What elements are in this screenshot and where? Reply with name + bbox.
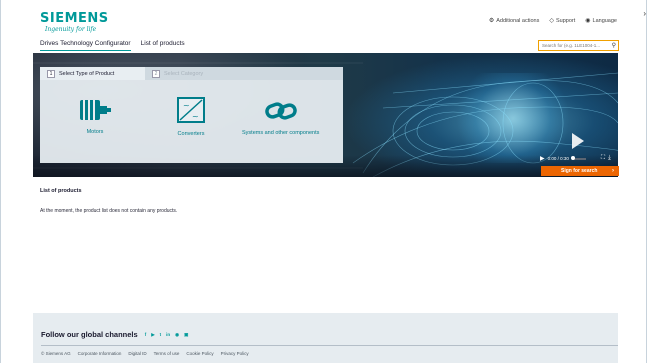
motor-icon [80, 100, 111, 120]
footer-link-terms[interactable]: Terms of use [154, 351, 180, 356]
social-links: f ▶ t in ◉ ▣ [145, 332, 189, 338]
step-tab-select-category: 2 Select Category [145, 67, 343, 80]
step-tab-select-type[interactable]: 1 Select Type of Product [40, 67, 145, 80]
search-icon[interactable]: ⚲ [612, 42, 616, 49]
footer-divider [41, 345, 618, 346]
video-player-controls: ▶ 0:00 / 0:30 ⛶ ⤓ [540, 153, 620, 164]
close-icon[interactable]: › [643, 9, 646, 18]
support-label: Support [556, 17, 576, 24]
step-label: Select Type of Product [59, 70, 115, 77]
option-motors[interactable]: Motors [78, 98, 112, 135]
rss-icon[interactable]: ▣ [184, 332, 188, 338]
language-link[interactable]: ◉ Language [585, 17, 617, 25]
footer-link-cookie-policy[interactable]: Cookie Policy [186, 351, 213, 356]
youtube-icon[interactable]: ▶ [151, 332, 154, 338]
converter-icon: ~ ~ [177, 97, 205, 123]
chevron-right-icon: › [612, 168, 614, 174]
option-label-motors: Motors [86, 129, 104, 135]
additional-actions-label: Additional actions [496, 17, 540, 24]
svg-text:~: ~ [183, 101, 190, 110]
fullscreen-icon[interactable]: ⛶ [601, 155, 605, 162]
play-icon[interactable]: ▶ [540, 155, 545, 162]
link-icon [264, 102, 297, 120]
option-systems[interactable]: Systems and other components [242, 101, 319, 136]
linkedin-icon[interactable]: in [166, 332, 170, 337]
logo-tagline: Ingenuity for life [45, 26, 97, 33]
empty-list-message: At the moment, the product list does not… [40, 208, 178, 214]
search-input[interactable] [542, 43, 607, 48]
list-of-products-heading: List of products [40, 188, 82, 194]
option-label-converters: Converters [177, 131, 205, 137]
support-link[interactable]: ◇ Support [549, 17, 576, 25]
play-overlay-icon[interactable] [572, 133, 584, 149]
step-label: Select Category [164, 70, 204, 77]
page-header: SIEMENS Ingenuity for life ⚙ Additional … [0, 0, 647, 52]
progress-handle[interactable] [570, 156, 575, 160]
facebook-icon[interactable]: f [145, 332, 147, 337]
video-progress-bar[interactable] [570, 156, 586, 160]
main-nav: Drives Technology Configurator List of p… [40, 40, 185, 51]
sign-for-search-button[interactable]: Sign for search › [541, 166, 619, 176]
step-tabs: 1 Select Type of Product 2 Select Catego… [40, 67, 343, 80]
additional-actions-link[interactable]: ⚙ Additional actions [488, 17, 540, 25]
step-number: 2 [152, 69, 160, 78]
search-box: ⚲ [538, 40, 619, 51]
instagram-icon[interactable]: ◉ [175, 332, 179, 338]
gear-icon: ⚙ [488, 18, 495, 24]
language-label: Language [592, 17, 617, 24]
siemens-logo[interactable]: SIEMENS Ingenuity for life [40, 12, 109, 33]
footer-links: © Siemens AG Corporate Information Digit… [41, 351, 249, 356]
twitter-icon[interactable]: t [160, 332, 162, 337]
copyright-text: © Siemens AG [41, 351, 71, 356]
sign-for-search-label: Sign for search [561, 168, 598, 174]
svg-text:~: ~ [192, 112, 199, 121]
follow-label: Follow our global channels [41, 330, 138, 339]
globe-icon: ◉ [585, 18, 591, 24]
option-converters[interactable]: ~ ~ Converters [176, 96, 206, 137]
tab-list-of-products[interactable]: List of products [141, 40, 185, 51]
logo-brand: SIEMENS [40, 11, 109, 26]
top-links: ⚙ Additional actions ◇ Support ◉ Languag… [488, 17, 617, 25]
step-number: 1 [47, 69, 55, 78]
option-label-systems: Systems and other components [242, 130, 320, 136]
configurator-panel: 1 Select Type of Product 2 Select Catego… [40, 67, 343, 163]
follow-channels: Follow our global channels f ▶ t in ◉ ▣ [41, 330, 188, 339]
support-icon: ◇ [549, 18, 554, 24]
download-icon[interactable]: ⤓ [608, 155, 611, 162]
video-time: 0:00 / 0:30 [547, 156, 569, 161]
footer-link-digital-id[interactable]: Digital ID [128, 351, 146, 356]
tab-drives-configurator[interactable]: Drives Technology Configurator [40, 40, 131, 51]
footer-link-corporate-information[interactable]: Corporate Information [78, 351, 122, 356]
footer-link-privacy-policy[interactable]: Privacy Policy [221, 351, 249, 356]
